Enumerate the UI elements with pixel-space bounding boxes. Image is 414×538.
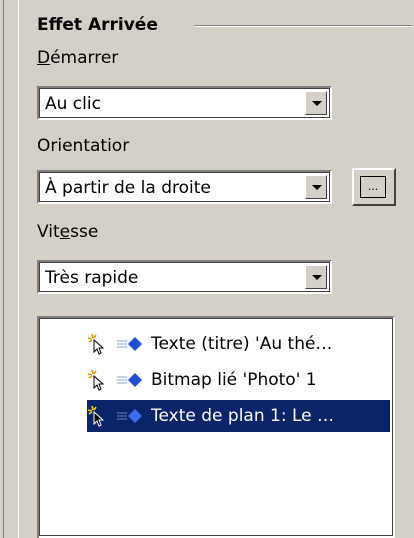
custom-animation-panel: Effet Arrivée Démarrer Au clic Orientati… bbox=[22, 0, 414, 538]
direction-options-button[interactable]: ... bbox=[352, 168, 396, 206]
ellipsis-icon: ... bbox=[360, 176, 386, 198]
list-item-label: Texte de plan 1: Le … bbox=[151, 406, 334, 426]
list-item-label: Bitmap lié 'Photo' 1 bbox=[151, 370, 317, 390]
speed-select[interactable]: Très rapide bbox=[37, 260, 332, 294]
direction-select-value: À partir de la droite bbox=[45, 178, 211, 198]
direction-select[interactable]: À partir de la droite bbox=[37, 170, 332, 204]
list-item[interactable]: Bitmap lié 'Photo' 1 bbox=[87, 364, 390, 396]
start-select-value: Au clic bbox=[45, 94, 101, 114]
speed-select-value: Très rapide bbox=[45, 268, 139, 288]
entrance-effect-icon bbox=[115, 372, 145, 388]
entrance-effect-icon bbox=[115, 336, 145, 352]
start-dropdown-arrow-icon[interactable] bbox=[305, 91, 327, 115]
speed-dropdown-arrow-icon[interactable] bbox=[305, 265, 327, 289]
list-item-label: Texte (titre) 'Au thé… bbox=[151, 334, 333, 354]
direction-label: Orientatior bbox=[37, 136, 130, 156]
effects-list[interactable]: Texte (titre) 'Au thé… Bitmap lié 'Photo… bbox=[37, 316, 395, 538]
start-label: Démarrer bbox=[37, 48, 118, 68]
speed-label: Vitesse bbox=[37, 222, 98, 242]
mouse-click-trigger-icon bbox=[87, 333, 109, 355]
mouse-click-trigger-icon bbox=[87, 405, 109, 427]
section-divider bbox=[194, 25, 412, 26]
list-item-selected[interactable]: Texte de plan 1: Le … bbox=[87, 400, 390, 432]
start-label-mnemonic: D bbox=[37, 48, 51, 68]
speed-label-rest: sse bbox=[70, 222, 99, 242]
direction-dropdown-arrow-icon[interactable] bbox=[305, 175, 327, 199]
speed-label-mnemonic: e bbox=[59, 222, 71, 242]
mouse-click-trigger-icon bbox=[87, 369, 109, 391]
section-title: Effet Arrivée bbox=[37, 15, 158, 35]
start-label-rest: émarrer bbox=[50, 48, 119, 68]
pane-border bbox=[0, 0, 22, 538]
list-item[interactable]: Texte (titre) 'Au thé… bbox=[87, 328, 390, 360]
speed-label-start: Vit bbox=[37, 222, 60, 242]
start-select[interactable]: Au clic bbox=[37, 86, 332, 120]
entrance-effect-icon bbox=[115, 408, 145, 424]
